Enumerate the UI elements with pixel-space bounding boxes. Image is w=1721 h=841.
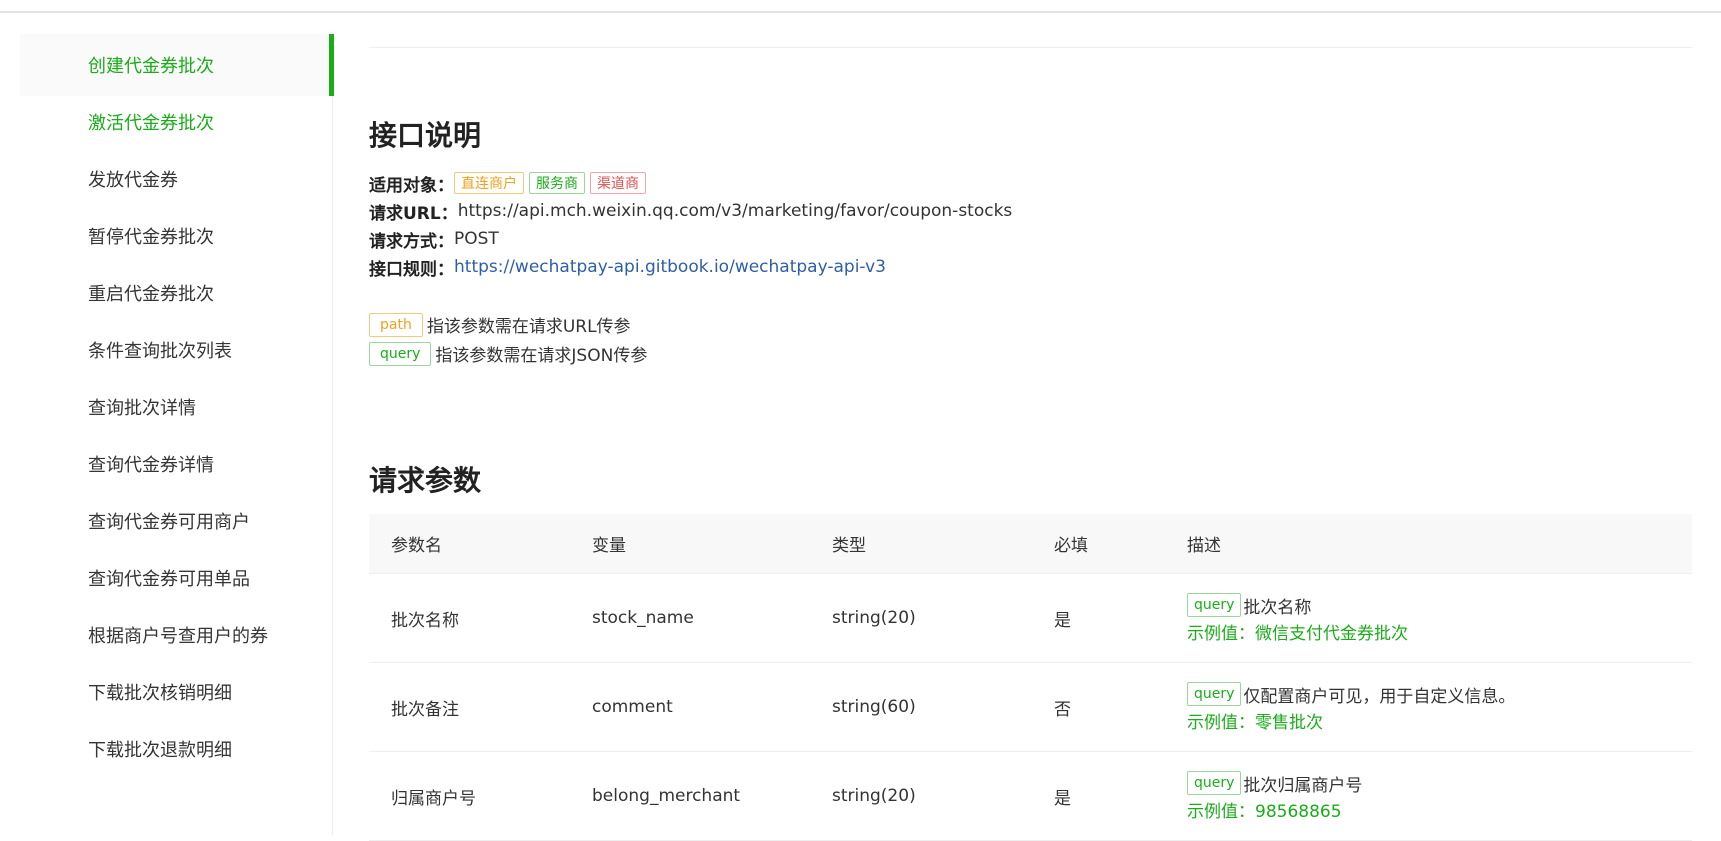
example-value: 示例值：98568865 (1187, 801, 1342, 822)
param-var: belong_merchant (592, 786, 741, 806)
desc-text: 仅配置商户可见，用于自定义信息。 (1243, 686, 1516, 707)
param-type: string(60) (832, 697, 916, 717)
rule-label: 接口规则： (369, 259, 454, 280)
sidebar-item-label: 激活代金券批次 (88, 113, 214, 134)
param-name: 批次备注 (391, 699, 459, 720)
col-header-type: 类型 (832, 536, 866, 556)
sidebar-item-restart-batch[interactable]: 重启代金券批次 (20, 262, 332, 324)
tag-channel-partner: 渠道商 (590, 172, 646, 194)
sidebar-item-label: 根据商户号查用户的券 (88, 626, 268, 647)
method-label: 请求方式： (369, 231, 454, 252)
param-desc: query 仅配置商户可见，用于自定义信息。 示例值：零售批次 (1187, 681, 1692, 733)
query-tag: query (1187, 771, 1242, 795)
param-name: 归属商户号 (391, 788, 476, 809)
param-type: string(20) (832, 608, 916, 628)
sidebar-item-label: 重启代金券批次 (88, 284, 214, 305)
sidebar-item-label: 下载批次核销明细 (88, 683, 232, 704)
sidebar-item-label: 创建代金券批次 (88, 56, 214, 77)
method-row: 请求方式： POST (369, 226, 499, 252)
param-required: 否 (1054, 699, 1071, 720)
param-name: 批次名称 (391, 610, 459, 631)
sidebar-nav: 创建代金券批次 激活代金券批次 发放代金券 暂停代金券批次 重启代金券批次 条件… (20, 34, 334, 835)
sidebar-item-create-batch[interactable]: 创建代金券批次 (20, 34, 334, 96)
param-desc: query 批次名称 示例值：微信支付代金券批次 (1187, 592, 1692, 644)
sidebar-item-label: 查询批次详情 (88, 398, 196, 419)
table-row: 批次名称 stock_name string(20) 是 query 批次名称 … (369, 574, 1692, 663)
params-title: 请求参数 (369, 464, 482, 497)
query-tag: query (1187, 682, 1242, 706)
sidebar-item-query-batch-list[interactable]: 条件查询批次列表 (20, 319, 332, 381)
col-header-required: 必填 (1054, 536, 1088, 556)
target-row: 适用对象： 直连商户 服务商 渠道商 (369, 170, 651, 196)
param-required: 是 (1054, 610, 1071, 631)
sidebar-item-label: 暂停代金券批次 (88, 227, 214, 248)
param-var: stock_name (592, 608, 694, 628)
tag-direct-merchant: 直连商户 (454, 172, 524, 194)
path-tag: path (369, 312, 423, 337)
sidebar-item-label: 条件查询批次列表 (88, 341, 232, 362)
col-header-var: 变量 (592, 536, 626, 556)
table-row: 批次备注 comment string(60) 否 query 仅配置商户可见，… (369, 663, 1692, 752)
sidebar-item-download-refund-detail[interactable]: 下载批次退款明细 (20, 718, 332, 780)
rule-row: 接口规则： https://wechatpay-api.gitbook.io/w… (369, 254, 886, 280)
sidebar-item-label: 发放代金券 (88, 170, 178, 191)
sidebar-item-available-items[interactable]: 查询代金券可用单品 (20, 547, 332, 609)
content-divider (369, 47, 1692, 48)
sidebar-item-label: 查询代金券详情 (88, 455, 214, 476)
sidebar-item-coupon-detail[interactable]: 查询代金券详情 (20, 433, 332, 495)
sidebar-item-download-use-detail[interactable]: 下载批次核销明细 (20, 661, 332, 723)
example-value: 示例值：零售批次 (1187, 712, 1323, 733)
sidebar-item-user-coupons[interactable]: 根据商户号查用户的券 (20, 604, 332, 666)
desc-text: 批次名称 (1243, 597, 1312, 618)
sidebar-item-label: 查询代金券可用商户 (88, 512, 250, 533)
table-row: 归属商户号 belong_merchant string(20) 是 query… (369, 752, 1692, 841)
query-tag: query (369, 341, 432, 366)
sidebar-item-available-merchants[interactable]: 查询代金券可用商户 (20, 490, 332, 552)
sidebar-item-label: 查询代金券可用单品 (88, 569, 250, 590)
interface-title: 接口说明 (369, 119, 482, 152)
sidebar-item-label: 下载批次退款明细 (88, 740, 232, 761)
legend-path: path 指该参数需在请求URL传参 (369, 312, 631, 337)
path-legend-text: 指该参数需在请求URL传参 (426, 317, 631, 337)
url-row: 请求URL： https://api.mch.weixin.qq.com/v3/… (369, 198, 1012, 224)
method-value: POST (454, 229, 499, 249)
desc-text: 批次归属商户号 (1243, 775, 1363, 796)
sidebar-item-batch-detail[interactable]: 查询批次详情 (20, 376, 332, 438)
query-tag: query (1187, 593, 1242, 617)
tag-service-provider: 服务商 (529, 172, 585, 194)
url-label: 请求URL： (369, 203, 458, 224)
query-legend-text: 指该参数需在请求JSON传参 (435, 346, 648, 366)
sidebar-item-pause-batch[interactable]: 暂停代金券批次 (20, 205, 332, 267)
legend-query: query 指该参数需在请求JSON传参 (369, 341, 647, 366)
param-desc: query 批次归属商户号 示例值：98568865 (1187, 770, 1692, 822)
sidebar-item-issue-coupon[interactable]: 发放代金券 (20, 148, 332, 210)
sidebar-item-activate-batch[interactable]: 激活代金券批次 (20, 91, 332, 153)
param-var: comment (592, 697, 673, 717)
rule-link[interactable]: https://wechatpay-api.gitbook.io/wechatp… (454, 257, 886, 277)
col-header-name: 参数名 (391, 536, 442, 556)
target-label: 适用对象： (369, 175, 454, 196)
param-required: 是 (1054, 788, 1071, 809)
param-type: string(20) (832, 786, 916, 806)
col-header-desc: 描述 (1187, 536, 1221, 556)
table-header: 参数名 变量 类型 必填 描述 (369, 514, 1692, 574)
example-value: 示例值：微信支付代金券批次 (1187, 623, 1408, 644)
main-content: 接口说明 适用对象： 直连商户 服务商 渠道商 请求URL： https://a… (369, 0, 1692, 841)
url-value: https://api.mch.weixin.qq.com/v3/marketi… (457, 201, 1013, 221)
params-table: 参数名 变量 类型 必填 描述 批次名称 stock_name string(2… (369, 514, 1692, 841)
